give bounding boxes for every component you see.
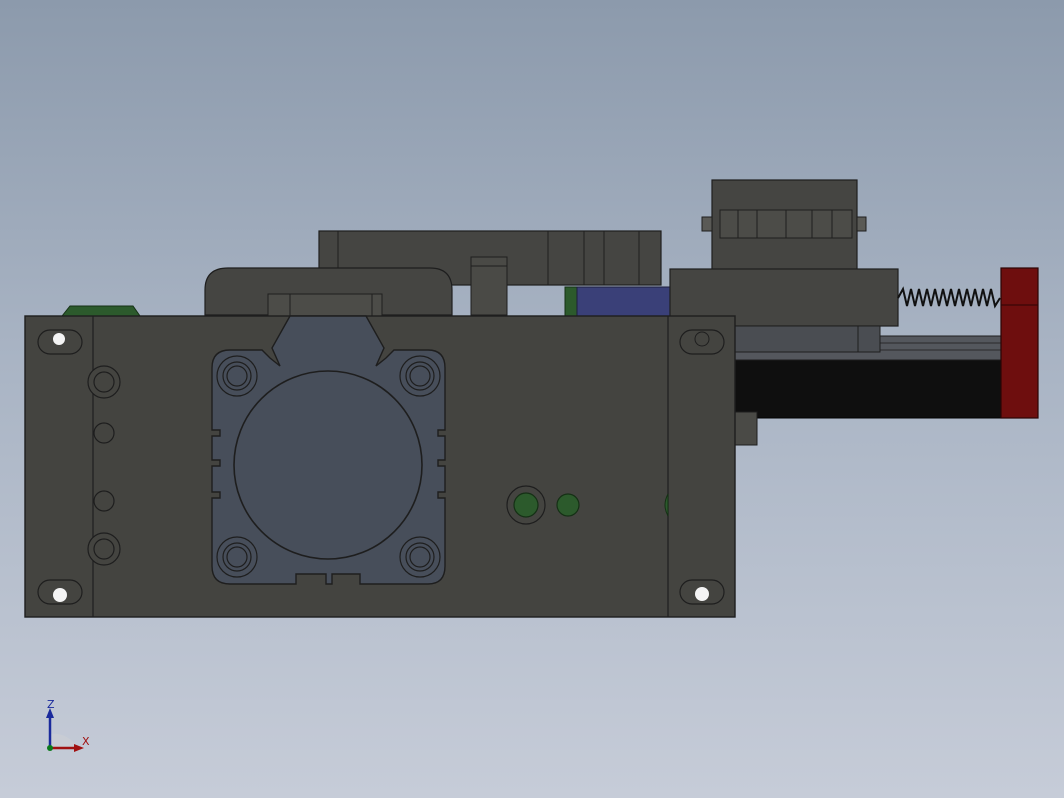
return-spring [897,286,1001,309]
x-axis-label: X [82,735,90,748]
navy-slab [576,286,673,318]
orientation-triad[interactable]: Z X [38,694,108,764]
slide-base-rail [734,359,1006,419]
red-end-stopper[interactable] [1000,267,1039,419]
green-strip [564,286,578,318]
rear-arch-bracket[interactable] [204,267,453,317]
z-axis-label: Z [47,698,55,711]
cylinder-assembly-model[interactable] [0,0,1064,798]
slide-carriage[interactable] [701,179,867,271]
adjuster-bolt [734,411,758,446]
cad-viewport[interactable]: Z X [0,0,1064,798]
green-tab-left [60,305,141,317]
